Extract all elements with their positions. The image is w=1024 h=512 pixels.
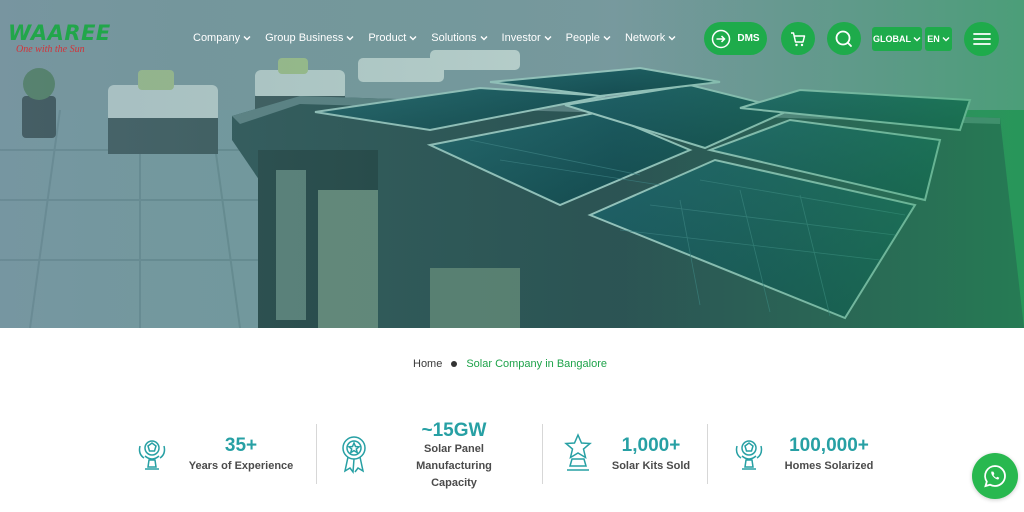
main-nav: Company Group Business Product Solutions…: [193, 32, 690, 44]
stat-divider: [316, 424, 317, 484]
trophy-icon: [138, 440, 166, 470]
nav-item-investor[interactable]: Investor: [502, 32, 552, 44]
hamburger-menu-icon: [972, 33, 991, 45]
stat-value-homes: 100,000+: [789, 435, 869, 456]
stat-label-kits: Solar Kits Sold: [611, 460, 691, 472]
breadcrumb-current: Solar Company in Bangalore: [466, 358, 607, 370]
stat-label-homes: Homes Solarized: [784, 460, 874, 472]
waaree-logo[interactable]: WAAREE One with the Sun: [8, 22, 111, 55]
chevron-down-icon: [668, 36, 676, 41]
nav-item-company[interactable]: Company: [193, 32, 251, 44]
stat-value-capacity: ~15GW: [421, 420, 487, 441]
stat-label-capacity: Solar Panel Manufacturing Capacity: [416, 443, 492, 489]
hero-banner: [0, 0, 1024, 328]
award-medal-icon: [342, 436, 366, 475]
breadcrumb-home-link[interactable]: Home: [413, 358, 442, 370]
chevron-down-icon: [942, 37, 950, 42]
nav-item-group-business[interactable]: Group Business: [265, 32, 354, 44]
logo-tagline: One with the Sun: [16, 44, 85, 55]
chevron-down-icon: [346, 36, 354, 41]
language-label: EN: [927, 34, 940, 44]
trophy-icon: [735, 440, 763, 470]
dms-button[interactable]: DMS: [704, 22, 767, 55]
nav-item-network[interactable]: Network: [625, 32, 676, 44]
cart-button[interactable]: [781, 22, 815, 55]
stat-value-experience: 35+: [224, 435, 258, 456]
chevron-down-icon: [243, 36, 251, 41]
nav-item-solutions[interactable]: Solutions: [431, 32, 488, 44]
stat-divider: [707, 424, 708, 484]
cart-icon: [791, 31, 806, 46]
breadcrumb: Home Solar Company in Bangalore: [0, 358, 1024, 370]
chevron-down-icon: [544, 36, 552, 41]
whatsapp-icon: [984, 465, 1006, 488]
chevron-down-icon: [603, 36, 611, 41]
page: WAAREE One with the Sun Company Group Bu…: [0, 0, 1024, 512]
stat-value-kits: 1,000+: [621, 435, 681, 456]
search-icon: [835, 30, 852, 47]
star-trophy-icon: [564, 433, 592, 471]
menu-button[interactable]: [964, 22, 999, 56]
stat-divider: [542, 424, 543, 484]
region-label: GLOBAL: [873, 34, 911, 44]
language-selector[interactable]: EN: [925, 27, 952, 51]
dms-label: DMS: [737, 33, 760, 44]
logo-wordmark: WAAREE: [8, 21, 111, 45]
search-button[interactable]: [827, 22, 861, 55]
chevron-down-icon: [480, 36, 488, 41]
breadcrumb-separator: [451, 361, 458, 367]
nav-item-people[interactable]: People: [566, 32, 611, 44]
chevron-down-icon: [913, 37, 921, 42]
whatsapp-chat-button[interactable]: [972, 453, 1018, 499]
arrow-circle-right-icon: [712, 29, 731, 48]
nav-item-product[interactable]: Product: [368, 32, 417, 44]
stat-label-experience: Years of Experience: [188, 460, 294, 472]
chevron-down-icon: [409, 36, 417, 41]
region-selector[interactable]: GLOBAL: [872, 27, 922, 51]
hero-rooftop-solar-image: [0, 0, 1024, 328]
